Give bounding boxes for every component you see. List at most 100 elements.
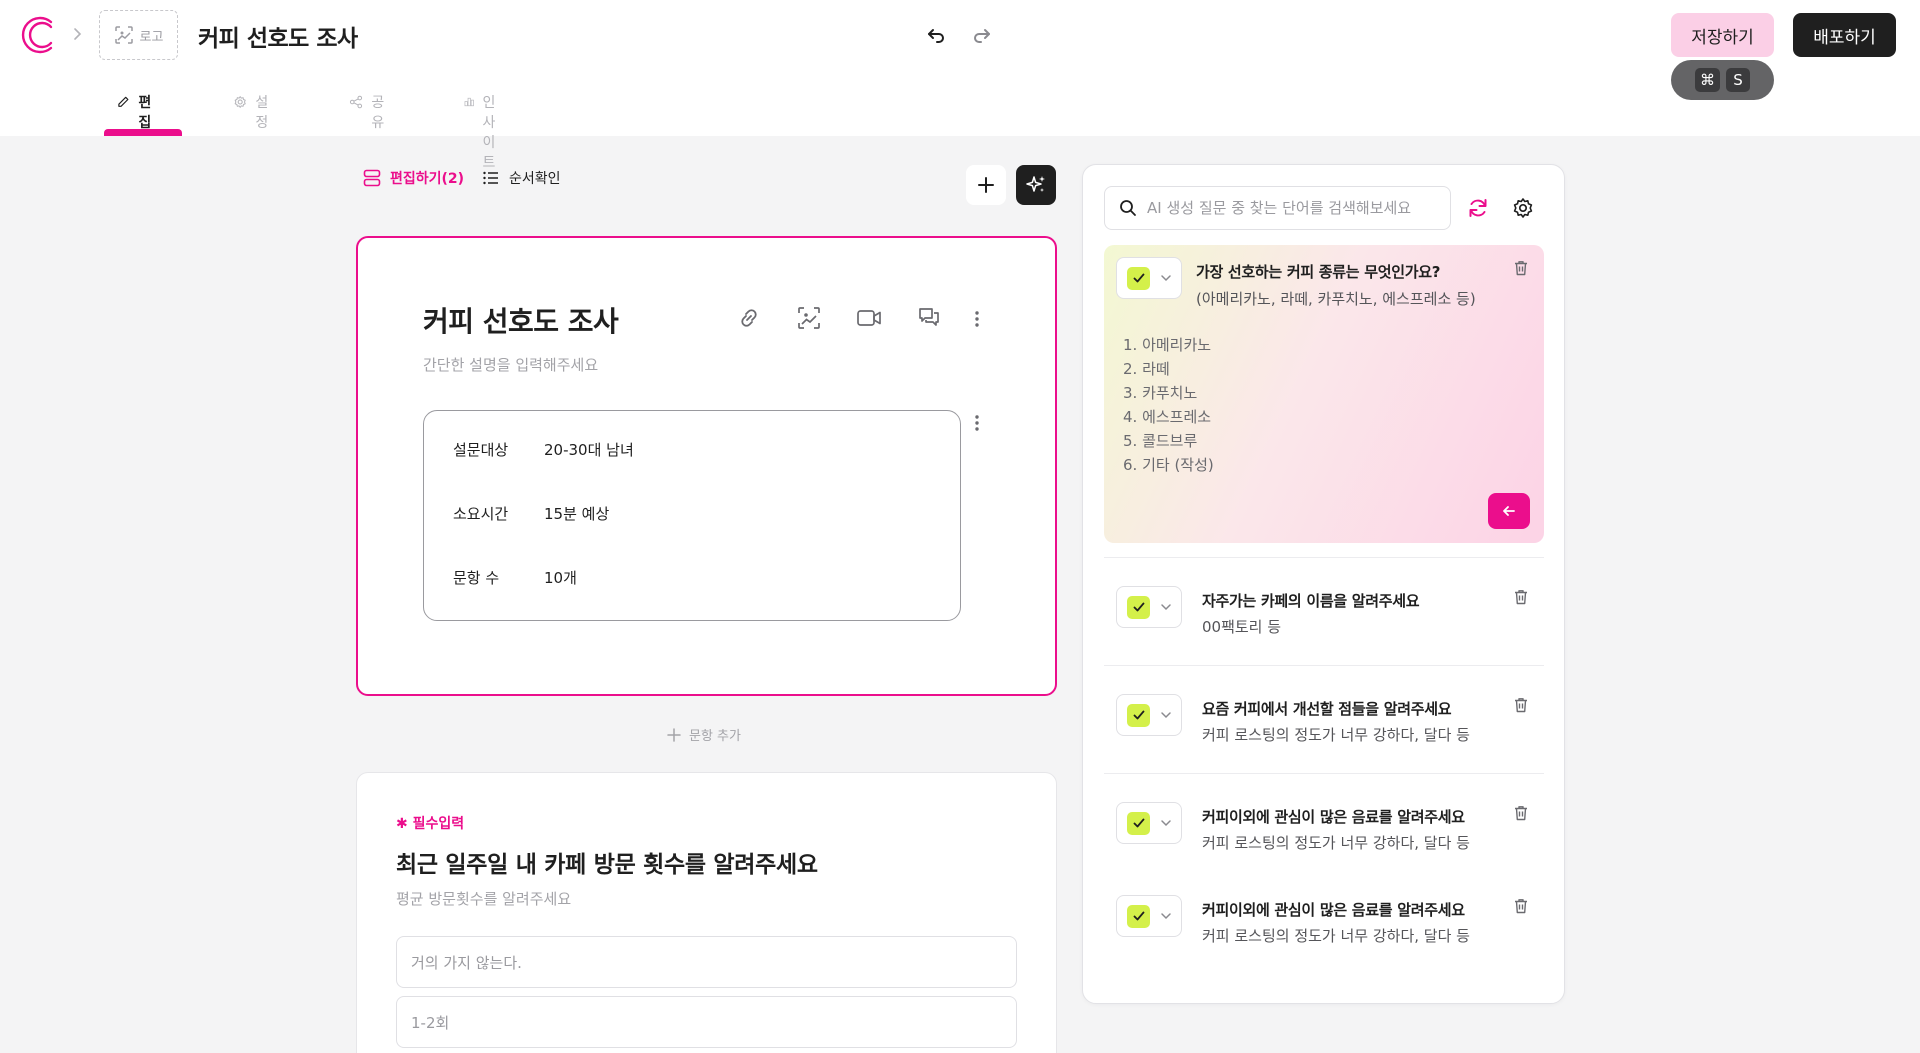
logo-placeholder-text: 로고 [139,29,164,45]
edit-mode-label: 편집하기(2) [390,171,465,187]
ai-question-panel: 가장 선호하는 커피 종류는 무엇인가요? (아메리카노, 라떼, 카푸치노, … [1082,164,1565,1004]
save-button[interactable]: 저장하기 [1671,13,1774,57]
card-more-icon[interactable] [973,308,981,330]
trash-icon[interactable] [1512,804,1530,822]
ai-question-item[interactable]: 요즘 커피에서 개선할 점들을 알려주세요 커피 로스팅의 정도가 너무 강하다… [1104,665,1544,773]
option-item: 3. 카푸치노 [1123,384,1198,402]
gear-icon[interactable] [1511,196,1535,220]
include-select[interactable] [1116,802,1182,844]
asterisk-icon: ✱ [396,816,408,832]
tab-settings[interactable]: 설정 [233,88,274,136]
logo-upload-box[interactable]: 로고 [99,10,178,60]
option-item: 2. 라떼 [1123,360,1170,378]
info-box-more-icon[interactable] [973,412,981,434]
order-check-label: 순서확인 [509,171,561,187]
deploy-button[interactable]: 배포하기 [1793,13,1896,57]
checkbox-checked-icon[interactable] [1127,904,1150,928]
trash-icon[interactable] [1512,259,1530,277]
video-icon[interactable] [855,304,883,332]
add-item-button[interactable] [966,165,1006,205]
option-item: 4. 에스프레소 [1123,408,1212,426]
sparkle-icon [1026,176,1045,192]
info-key: 소요시간 [453,505,509,523]
ai-question-title: 가장 선호하는 커피 종류는 무엇인가요? [1196,263,1441,281]
document-title[interactable]: 커피 선호도 조사 [198,19,358,53]
ai-generate-button[interactable] [1016,165,1056,205]
survey-header-card[interactable]: 커피 선호도 조사 간단한 설명을 입력해주세요 설문대상 20-30대 남녀 … [356,236,1057,696]
tab-insight[interactable]: 인사이트 [464,88,507,171]
option-item: 1. 아메리카노 [1123,336,1212,354]
include-select[interactable] [1116,694,1182,736]
option-item: 6. 기타 (작성) [1123,456,1214,474]
ai-search-input[interactable] [1147,199,1437,217]
question-description[interactable]: 평균 방문횟수를 알려주세요 [396,888,571,909]
info-key: 문항 수 [453,569,500,587]
chevron-down-icon [1161,913,1171,920]
info-row-target: 설문대상 20-30대 남녀 [453,439,634,460]
ai-question-selected[interactable]: 가장 선호하는 커피 종류는 무엇인가요? (아메리카노, 라떼, 카푸치노, … [1104,245,1544,543]
edit-mode-button[interactable]: 편집하기(2) [362,168,464,188]
chevron-down-icon [1161,820,1171,827]
search-icon [1120,200,1136,216]
ai-question-options: 1. 아메리카노 2. 라떼 3. 카푸치노 4. 에스프레소 5. 콜드브루 … [1123,333,1214,477]
ai-question-item[interactable]: 자주가는 카페의 이름을 알려주세요 00팩토리 등 [1104,557,1544,665]
option-item: 5. 콜드브루 [1123,432,1198,450]
undo-icon[interactable] [924,23,948,47]
ai-question-item[interactable]: 커피이외에 관심이 많은 음료를 알려주세요 커피 로스팅의 정도가 너무 강하… [1104,865,1544,973]
active-tab-indicator [104,129,182,136]
include-select[interactable] [1116,895,1182,937]
add-question-button[interactable]: 문항 추가 [667,725,741,744]
info-row-question-count: 문항 수 10개 [453,567,577,588]
ai-question-title: 커피이외에 관심이 많은 음료를 알려주세요 [1202,808,1465,826]
ai-question-subtitle: 00팩토리 등 [1202,618,1282,636]
ai-question-subtitle: 커피 로스팅의 정도가 너무 강하다, 달다 등 [1202,834,1470,852]
gear-icon [234,96,246,108]
ai-question-title: 커피이외에 관심이 많은 음료를 알려주세요 [1202,901,1465,919]
info-value: 15분 예상 [544,505,610,523]
question-card[interactable]: ✱ 필수입력 최근 일주일 내 카페 방문 횟수를 알려주세요 평균 방문횟수를… [356,772,1057,1053]
refresh-icon[interactable] [1466,196,1490,220]
trash-icon[interactable] [1512,897,1530,915]
include-select[interactable] [1116,586,1182,628]
image-scan-icon[interactable] [795,304,823,332]
save-shortcut-tooltip: ⌘ S [1671,60,1774,100]
add-question-label: 문항 추가 [689,729,741,744]
trash-icon[interactable] [1512,696,1530,714]
plus-icon [667,727,681,742]
shortcut-key-cmd: ⌘ [1695,68,1720,92]
checkbox-checked-icon[interactable] [1127,811,1150,835]
trash-icon[interactable] [1512,588,1530,606]
insert-question-button[interactable] [1488,493,1530,529]
answer-option[interactable]: 1-2회 [396,996,1017,1048]
checkbox-checked-icon[interactable] [1127,703,1150,727]
checkbox-checked-icon[interactable] [1127,595,1150,619]
survey-title[interactable]: 커피 선호도 조사 [423,300,619,340]
tab-share[interactable]: 공유 [349,88,390,136]
info-row-duration: 소요시간 15분 예상 [453,503,609,524]
pencil-icon [118,96,129,107]
tab-label: 편집 [138,95,152,131]
survey-description-field[interactable]: 간단한 설명을 입력해주세요 [423,354,598,375]
required-label: 필수입력 [412,816,465,832]
ai-question-subtitle: 커피 로스팅의 정도가 너무 강하다, 달다 등 [1202,927,1470,945]
order-check-button[interactable]: 순서확인 [481,168,561,188]
tab-label: 인사이트 [482,95,496,171]
required-badge: ✱ 필수입력 [396,813,464,833]
answer-option[interactable]: 거의 가지 않는다. [396,936,1017,988]
include-select[interactable] [1116,257,1182,299]
checkbox-checked-icon[interactable] [1127,266,1150,290]
brand-logo-icon[interactable] [18,16,56,54]
tab-label: 설정 [255,95,269,131]
breadcrumb-chevron-icon [70,27,84,41]
link-icon[interactable] [735,304,763,332]
survey-info-box[interactable]: 설문대상 20-30대 남녀 소요시간 15분 예상 문항 수 10개 [423,410,961,621]
shortcut-key-s: S [1726,68,1750,92]
ai-question-subtitle: (아메리카노, 라떼, 카푸치노, 에스프레소 등) [1196,290,1476,308]
redo-icon[interactable] [970,23,994,47]
chevron-down-icon [1161,712,1171,719]
ai-search-box[interactable] [1104,186,1451,230]
plus-icon [978,177,994,193]
chevron-down-icon [1161,604,1171,611]
comment-icon[interactable] [915,304,943,332]
question-title[interactable]: 최근 일주일 내 카페 방문 횟수를 알려주세요 [396,845,818,879]
